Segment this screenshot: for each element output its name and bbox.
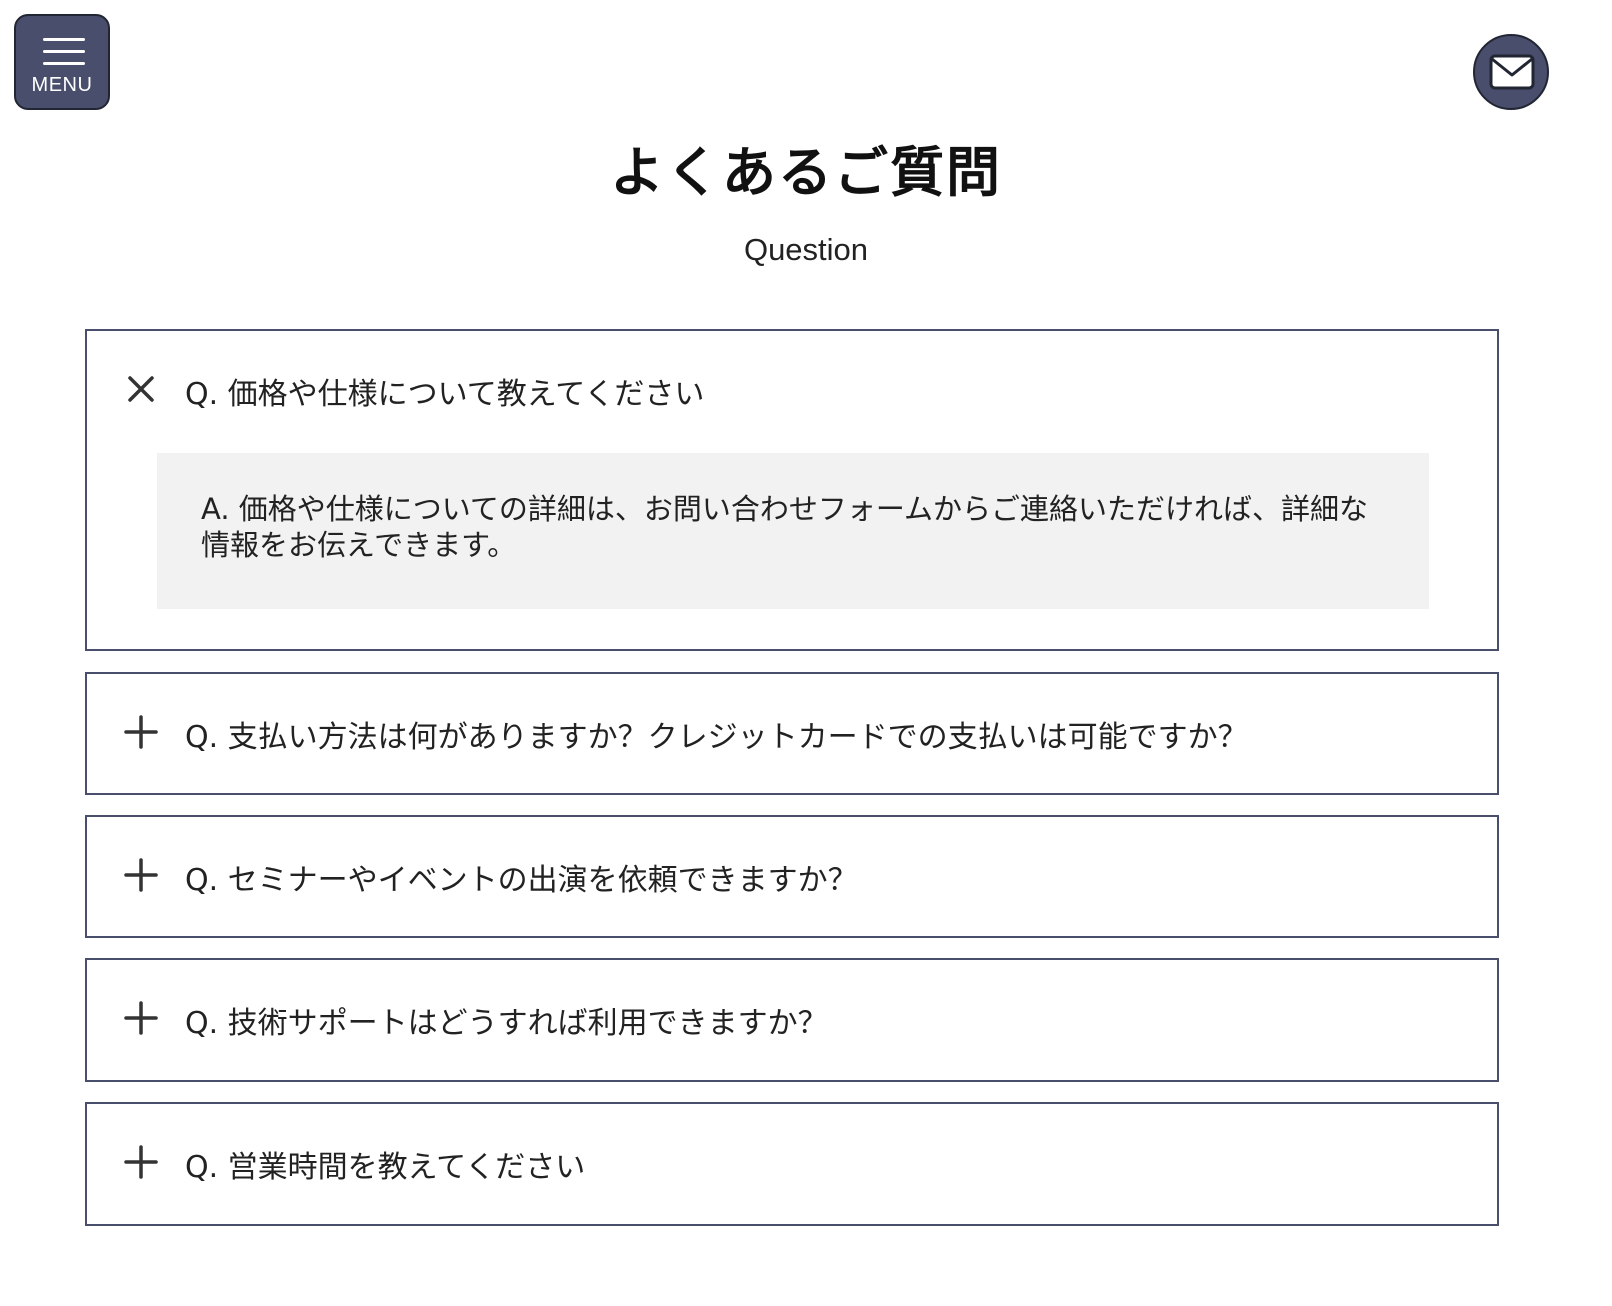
faq-question-toggle[interactable]: Q. 営業時間を教えてください (87, 1104, 1497, 1224)
mail-icon (1489, 54, 1535, 90)
faq-question-toggle[interactable]: Q. 価格や仕様について教えてください (87, 331, 1497, 451)
faq-item: Q. セミナーやイベントの出演を依頼できますか？ (85, 815, 1499, 938)
faq-question-text: Q. 価格や仕様について教えてください (185, 377, 705, 412)
page-title: よくあるご質問 (610, 141, 1002, 204)
close-icon (128, 376, 154, 402)
faq-item: Q. 支払い方法は何がありますか？クレジットカードでの支払いは可能ですか？ (85, 672, 1499, 795)
faq-question-toggle[interactable]: Q. セミナーやイベントの出演を依頼できますか？ (87, 817, 1497, 937)
contact-button[interactable] (1473, 34, 1549, 110)
faq-item: Q. 技術サポートはどうすれば利用できますか？ (85, 958, 1499, 1082)
page-subtitle: Question (743, 232, 869, 267)
menu-button[interactable]: MENU (14, 14, 110, 110)
faq-item: Q. 価格や仕様について教えてください A. 価格や仕様についての詳細は、お問い… (85, 329, 1499, 651)
faq-answer: A. 価格や仕様についての詳細は、お問い合わせフォームからご連絡いただければ、詳… (157, 453, 1429, 609)
faq-page: MENU よくあるご質問 Question Q. 価格や仕様について教えてくださ… (0, 0, 1612, 1306)
faq-question-text: Q. セミナーやイベントの出演を依頼できますか？ (185, 863, 858, 898)
menu-label: MENU (31, 74, 93, 96)
hamburger-icon (43, 38, 85, 68)
faq-question-text: Q. 技術サポートはどうすれば利用できますか？ (185, 1006, 828, 1041)
faq-question-text: Q. 営業時間を教えてください (185, 1150, 586, 1185)
plus-icon (124, 858, 158, 892)
faq-question-toggle[interactable]: Q. 技術サポートはどうすれば利用できますか？ (87, 960, 1497, 1080)
plus-icon (124, 1001, 158, 1035)
faq-question-toggle[interactable]: Q. 支払い方法は何がありますか？クレジットカードでの支払いは可能ですか？ (87, 674, 1497, 794)
plus-icon (124, 715, 158, 749)
faq-question-text: Q. 支払い方法は何がありますか？クレジットカードでの支払いは可能ですか？ (185, 720, 1248, 755)
plus-icon (124, 1145, 158, 1179)
faq-item: Q. 営業時間を教えてください (85, 1102, 1499, 1226)
